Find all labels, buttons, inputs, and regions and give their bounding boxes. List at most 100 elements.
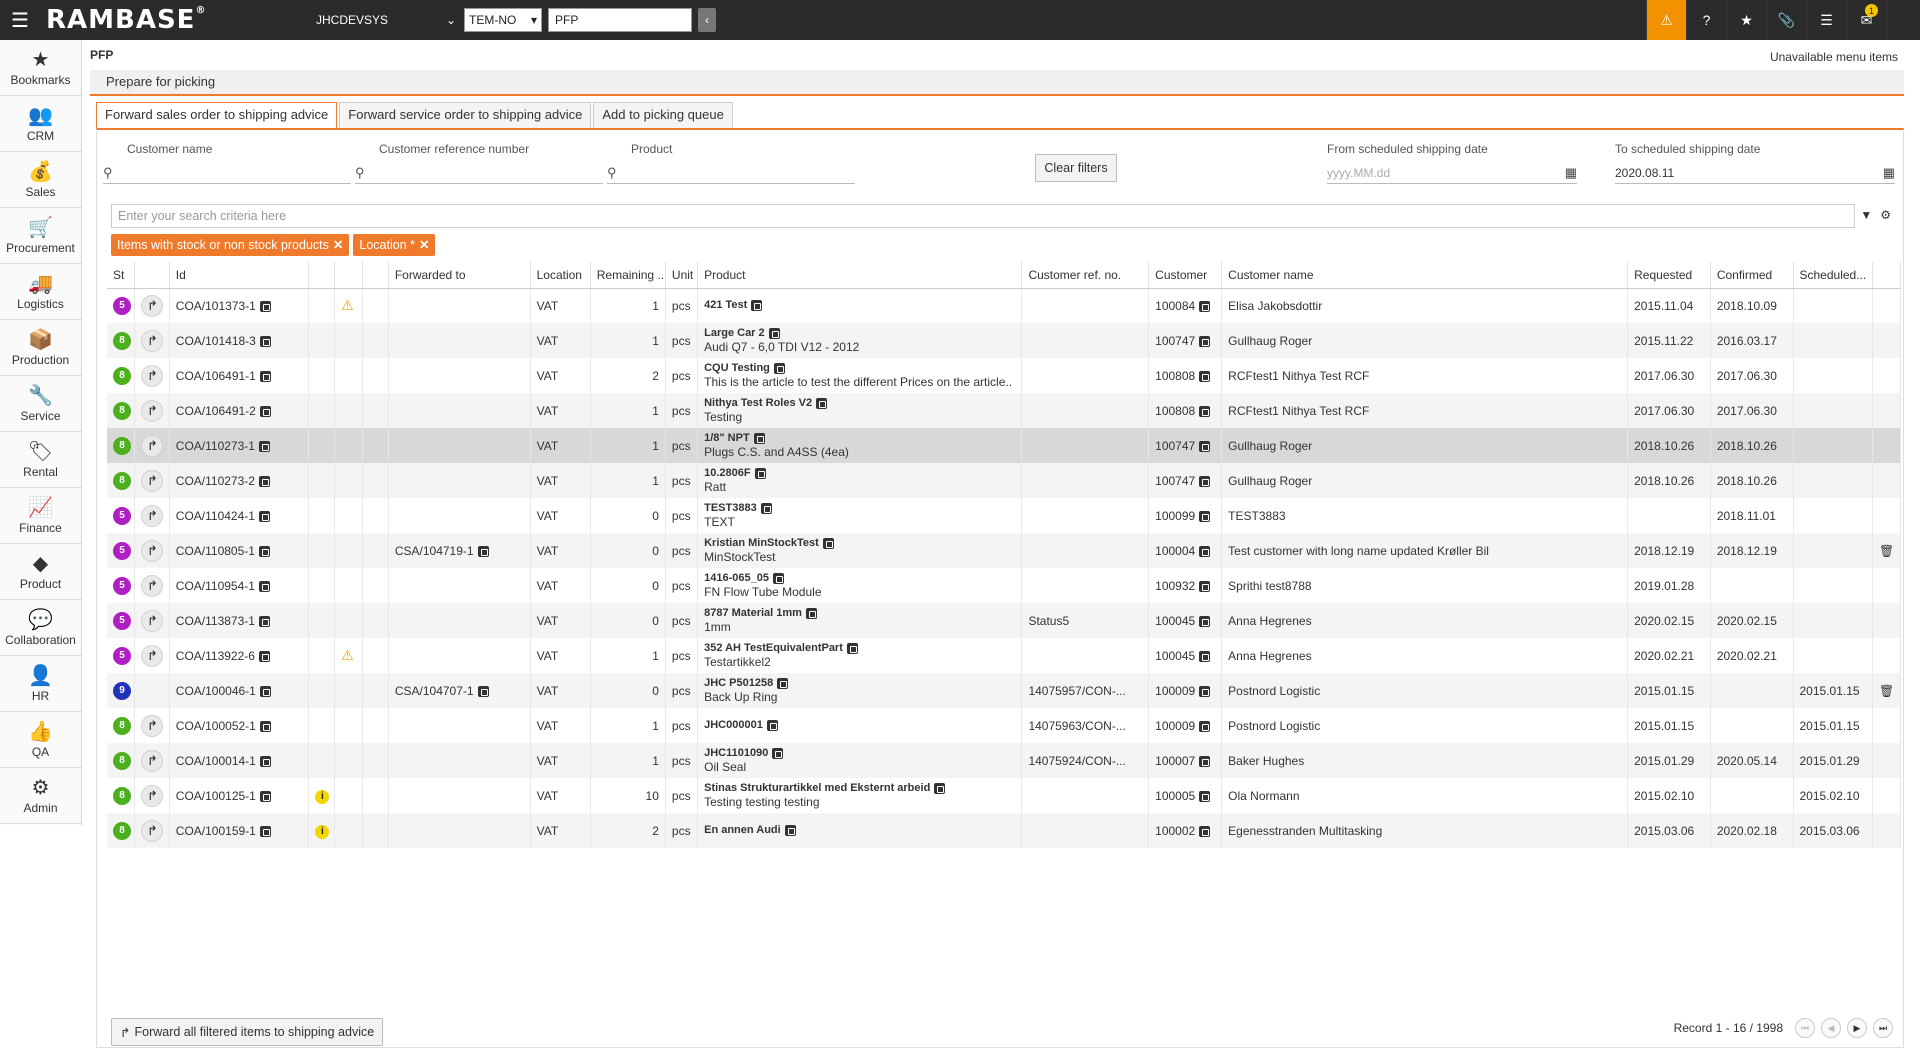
sidebar-item-collaboration[interactable]: 💬 Collaboration — [0, 600, 81, 656]
filter-chip[interactable]: Items with stock or non stock products ✕ — [111, 234, 350, 256]
forward-arrow-icon[interactable]: ↱ — [141, 819, 164, 842]
open-link-icon[interactable] — [784, 824, 796, 836]
open-link-icon[interactable] — [772, 747, 784, 759]
close-icon[interactable]: ✕ — [419, 238, 429, 252]
open-link-icon[interactable] — [805, 607, 817, 619]
forwarded-to-link[interactable]: CSA/104719-1 — [395, 544, 474, 558]
open-link-icon[interactable] — [1199, 825, 1211, 837]
sidebar-item-crm[interactable]: 👥 CRM — [0, 96, 81, 152]
product-name-link[interactable]: Kristian MinStockTest — [704, 537, 1015, 550]
column-header-remaining[interactable]: Remaining ... — [590, 262, 666, 289]
first-page-icon[interactable]: ⏮ — [1795, 1018, 1815, 1038]
program-search-input[interactable]: PFP — [548, 8, 692, 32]
from-date-input[interactable]: yyyy.MM.dd ▦ — [1327, 162, 1577, 184]
order-id-link[interactable]: COA/100159-1 — [176, 824, 256, 838]
product-name-link[interactable]: 1/8" NPT — [704, 432, 1015, 445]
forward-all-button[interactable]: ↱ Forward all filtered items to shipping … — [111, 1018, 384, 1046]
sidebar-item-sales[interactable]: 💰 Sales — [0, 152, 81, 208]
open-link-icon[interactable] — [1199, 405, 1211, 417]
user-icon[interactable] — [1886, 0, 1920, 40]
customer-id-link[interactable]: 100009 — [1155, 719, 1195, 733]
column-header-scheduled[interactable]: Scheduled... — [1793, 262, 1873, 289]
chevron-down-icon[interactable]: ⌄ — [446, 13, 464, 27]
customer-id-link[interactable]: 100932 — [1155, 579, 1195, 593]
list-icon[interactable]: ☰ — [1806, 0, 1846, 40]
system-name[interactable]: JHCDEVSYS — [316, 13, 446, 27]
product-name-link[interactable]: 352 AH TestEquivalentPart — [704, 642, 1015, 655]
open-link-icon[interactable] — [259, 301, 271, 313]
customer-id-link[interactable]: 100099 — [1155, 509, 1195, 523]
forward-arrow-icon[interactable]: ↱ — [141, 609, 164, 632]
open-link-icon[interactable] — [768, 327, 780, 339]
unavailable-menu-items-link[interactable]: Unavailable menu items — [1770, 50, 1898, 64]
forward-arrow-icon[interactable]: ↱ — [141, 434, 164, 457]
column-header-customer-name[interactable]: Customer name — [1221, 262, 1629, 289]
open-link-icon[interactable] — [1199, 545, 1211, 557]
open-link-icon[interactable] — [751, 299, 763, 311]
open-link-icon[interactable] — [258, 475, 270, 487]
search-input[interactable]: Enter your search criteria here — [111, 204, 1855, 228]
open-link-icon[interactable] — [259, 720, 271, 732]
forward-arrow-icon[interactable]: ↱ — [141, 364, 164, 387]
open-link-icon[interactable] — [477, 685, 489, 697]
open-link-icon[interactable] — [772, 572, 784, 584]
info-icon[interactable]: i — [315, 824, 330, 839]
table-row[interactable]: 5 ↱ COA/113873-1 VAT 0 pcs 8787 Material 1mm 1m… — [107, 603, 1902, 638]
column-header-requested[interactable]: Requested — [1627, 262, 1711, 289]
open-link-icon[interactable] — [1199, 580, 1211, 592]
customer-id-link[interactable]: 100747 — [1155, 334, 1195, 348]
open-link-icon[interactable] — [816, 397, 828, 409]
column-header-customer[interactable]: Customer — [1148, 262, 1223, 289]
forward-arrow-icon[interactable]: ↱ — [141, 469, 164, 492]
company-select[interactable]: TEM-NO ▾ — [464, 8, 542, 32]
customer-id-link[interactable]: 100007 — [1155, 754, 1195, 768]
forward-arrow-icon[interactable]: ↱ — [141, 539, 164, 562]
star-icon[interactable]: ★ — [1726, 0, 1766, 40]
forwarded-to-link[interactable]: CSA/104707-1 — [395, 684, 474, 698]
order-id-link[interactable]: COA/106491-1 — [176, 369, 256, 383]
column-header-forwarded-to[interactable]: Forwarded to — [388, 262, 531, 289]
table-row[interactable]: 8 ↱ COA/106491-2 VAT 1 pcs Nithya Test Roles V… — [107, 393, 1902, 428]
column-header-location[interactable]: Location — [530, 262, 591, 289]
table-row[interactable]: 8 ↱ COA/100125-1 i VAT 10 pcs Stinas Strukturar… — [107, 778, 1902, 813]
help-icon[interactable]: ? — [1686, 0, 1726, 40]
order-id-link[interactable]: COA/101373-1 — [176, 299, 256, 313]
open-link-icon[interactable] — [1199, 720, 1211, 732]
warning-icon[interactable]: ⚠ — [341, 647, 354, 663]
open-link-icon[interactable] — [1199, 301, 1211, 313]
order-id-link[interactable]: COA/100014-1 — [176, 754, 256, 768]
open-link-icon[interactable] — [259, 405, 271, 417]
customer-id-link[interactable]: 100084 — [1155, 299, 1195, 313]
forward-arrow-icon[interactable]: ↱ — [141, 714, 164, 737]
clear-filters-button[interactable]: Clear filters — [1035, 154, 1117, 182]
order-id-link[interactable]: COA/100125-1 — [176, 789, 256, 803]
open-link-icon[interactable] — [773, 362, 785, 374]
open-link-icon[interactable] — [1199, 475, 1211, 487]
sidebar-item-rental[interactable]: 🏷 Rental — [0, 432, 81, 488]
open-link-icon[interactable] — [822, 537, 834, 549]
product-name-link[interactable]: Large Car 2 — [704, 327, 1015, 340]
open-link-icon[interactable] — [259, 790, 271, 802]
column-header-confirmed[interactable]: Confirmed — [1710, 262, 1794, 289]
open-link-icon[interactable] — [259, 335, 271, 347]
paperclip-icon[interactable]: 📎 — [1766, 0, 1806, 40]
table-row[interactable]: 8 ↱ COA/106491-1 VAT 2 pcs CQU Testing This is … — [107, 358, 1902, 393]
open-link-icon[interactable] — [934, 782, 946, 794]
open-link-icon[interactable] — [1199, 755, 1211, 767]
column-header-id[interactable]: Id — [169, 262, 310, 289]
forward-arrow-icon[interactable]: ↱ — [141, 784, 164, 807]
sidebar-item-production[interactable]: 📦 Production — [0, 320, 81, 376]
tab-forward-sales-order[interactable]: Forward sales order to shipping advice — [96, 102, 338, 129]
forward-arrow-icon[interactable]: ↱ — [141, 504, 164, 527]
table-row[interactable]: 8 ↱ COA/100052-1 VAT 1 pcs JHC000001 14075963/C… — [107, 708, 1902, 743]
table-row[interactable]: 8 ↱ COA/110273-1 VAT 1 pcs 1/8" NPT Plugs C.S. … — [107, 428, 1902, 463]
sidebar-item-admin[interactable]: ⚙ Admin — [0, 768, 81, 824]
open-link-icon[interactable] — [777, 677, 789, 689]
close-icon[interactable]: ✕ — [333, 238, 343, 252]
product-name-link[interactable]: En annen Audi — [704, 824, 1015, 837]
order-id-link[interactable]: COA/106491-2 — [176, 404, 256, 418]
open-link-icon[interactable] — [766, 719, 778, 731]
customer-id-link[interactable]: 100002 — [1155, 824, 1195, 838]
open-link-icon[interactable] — [753, 432, 765, 444]
product-name-link[interactable]: Nithya Test Roles V2 — [704, 397, 1015, 410]
